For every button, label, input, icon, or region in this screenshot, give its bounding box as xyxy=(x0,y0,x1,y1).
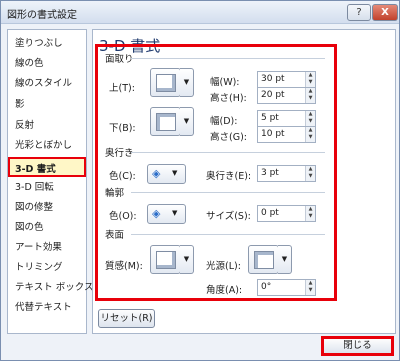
bevel-divider xyxy=(131,58,325,59)
depth-color-label: 色(C): xyxy=(109,171,136,182)
nav-item-picture-corrections[interactable]: 図の修整 xyxy=(15,199,53,213)
contour-size-value: 0 pt xyxy=(261,208,279,218)
reset-button[interactable]: リセット(R) xyxy=(98,309,155,328)
bevel-bottom-height-spinner[interactable]: 10 pt ▲ ▼ xyxy=(257,126,316,143)
angle-spinner[interactable]: 0° ▲ ▼ xyxy=(257,279,316,296)
dialog-body: 塗りつぶし 線の色 線のスタイル 影 反射 光彩とぼかし 3-D 書式 3-D … xyxy=(1,24,399,360)
bevel-top-width-value: 30 pt xyxy=(261,74,285,84)
spinner-arrows-icon[interactable]: ▲ ▼ xyxy=(305,72,315,87)
bevel-top-height-spinner[interactable]: 20 pt ▲ ▼ xyxy=(257,87,316,104)
nav-item-picture-color[interactable]: 図の色 xyxy=(15,219,44,233)
bevel-top-width-spinner[interactable]: 30 pt ▲ ▼ xyxy=(257,71,316,88)
bevel-top-width-label: 幅(W): xyxy=(210,77,240,88)
contour-color-button[interactable]: ◈ ▼ xyxy=(147,204,186,224)
bevel-section-label: 面取り xyxy=(105,54,134,65)
material-label: 質感(M): xyxy=(105,261,143,272)
depth-divider xyxy=(131,152,325,153)
bevel-bottom-height-label: 高さ(G): xyxy=(210,132,247,143)
close-window-button[interactable]: X xyxy=(372,4,398,21)
settings-panel: 3-D 書式 面取り 上(T): ▼ 幅(W): 30 pt ▲ ▼ 高さ(H):… xyxy=(92,29,396,334)
nav-item-glow-soft-edges[interactable]: 光彩とぼかし xyxy=(15,137,72,151)
lighting-icon xyxy=(254,251,274,269)
nav-item-crop[interactable]: トリミング xyxy=(15,259,63,273)
contour-divider xyxy=(131,192,325,193)
angle-value: 0° xyxy=(261,282,272,292)
bevel-bottom-width-value: 5 pt xyxy=(261,113,279,123)
bevel-top-dropdown[interactable]: ▼ xyxy=(180,68,194,97)
nav-item-fill[interactable]: 塗りつぶし xyxy=(15,35,63,49)
dialog-title: 図形の書式設定 xyxy=(7,10,77,21)
format-shape-dialog: 図形の書式設定 ? X 塗りつぶし 線の色 線のスタイル 影 反射 光彩とぼかし… xyxy=(0,0,400,361)
depth-label: 奥行き(E): xyxy=(206,171,252,182)
nav-item-reflection[interactable]: 反射 xyxy=(15,117,34,131)
spinner-arrows-icon[interactable]: ▲ ▼ xyxy=(305,206,315,221)
bevel-top-preview[interactable] xyxy=(150,68,181,97)
material-icon xyxy=(156,251,176,269)
lighting-label: 光源(L): xyxy=(206,261,241,272)
paint-bucket-icon: ◈ xyxy=(152,207,161,220)
bevel-bottom-width-spinner[interactable]: 5 pt ▲ ▼ xyxy=(257,110,316,127)
nav-item-artistic-effects[interactable]: アート効果 xyxy=(15,239,62,253)
nav-item-3d-rotation[interactable]: 3-D 回転 xyxy=(15,179,54,193)
chevron-down-icon: ▼ xyxy=(172,209,178,217)
material-dropdown[interactable]: ▼ xyxy=(180,245,194,274)
spinner-arrows-icon[interactable]: ▲ ▼ xyxy=(305,166,315,181)
depth-spinner[interactable]: 3 pt ▲ ▼ xyxy=(257,165,316,182)
contour-color-label: 色(O): xyxy=(109,211,137,222)
bevel-bottom-width-label: 幅(D): xyxy=(210,116,238,127)
contour-size-spinner[interactable]: 0 pt ▲ ▼ xyxy=(257,205,316,222)
nav-item-alt-text[interactable]: 代替テキスト xyxy=(15,299,72,313)
spinner-arrows-icon[interactable]: ▲ ▼ xyxy=(305,88,315,103)
help-button[interactable]: ? xyxy=(347,4,371,21)
bevel-bottom-label: 下(B): xyxy=(109,123,136,134)
material-preview[interactable] xyxy=(150,245,181,274)
lighting-preview[interactable] xyxy=(248,245,279,274)
nav-item-shadow[interactable]: 影 xyxy=(15,96,25,110)
nav-item-line-color[interactable]: 線の色 xyxy=(15,55,44,69)
surface-section-label: 表面 xyxy=(105,230,125,241)
depth-value: 3 pt xyxy=(261,168,279,178)
bevel-top-icon xyxy=(156,74,176,92)
category-list: 塗りつぶし 線の色 線のスタイル 影 反射 光彩とぼかし 3-D 書式 3-D … xyxy=(7,29,93,334)
surface-divider xyxy=(131,234,325,235)
bevel-top-height-value: 20 pt xyxy=(261,90,285,100)
angle-label: 角度(A): xyxy=(206,285,243,296)
spinner-arrows-icon[interactable]: ▲ ▼ xyxy=(305,111,315,126)
nav-item-line-style[interactable]: 線のスタイル xyxy=(15,75,72,89)
bevel-top-height-label: 高さ(H): xyxy=(210,93,247,104)
lighting-dropdown[interactable]: ▼ xyxy=(278,245,292,274)
nav-item-text-box[interactable]: テキスト ボックス xyxy=(15,279,93,293)
bevel-bottom-height-value: 10 pt xyxy=(261,129,285,139)
close-button[interactable]: 閉じる xyxy=(321,336,394,356)
bevel-top-label: 上(T): xyxy=(109,83,135,94)
depth-section-label: 奥行き xyxy=(105,148,134,159)
contour-size-label: サイズ(S): xyxy=(206,211,251,222)
nav-item-3d-format[interactable]: 3-D 書式 xyxy=(15,161,56,175)
spinner-arrows-icon[interactable]: ▲ ▼ xyxy=(305,280,315,295)
paint-bucket-icon: ◈ xyxy=(152,167,161,180)
title-bar: 図形の書式設定 ? X xyxy=(1,1,399,24)
bevel-bottom-preview[interactable] xyxy=(150,107,181,136)
bevel-bottom-dropdown[interactable]: ▼ xyxy=(180,107,194,136)
bevel-bottom-icon xyxy=(156,113,176,131)
depth-color-button[interactable]: ◈ ▼ xyxy=(147,164,186,184)
chevron-down-icon: ▼ xyxy=(172,169,178,177)
contour-section-label: 輪郭 xyxy=(105,188,125,199)
spinner-arrows-icon[interactable]: ▲ ▼ xyxy=(305,127,315,142)
